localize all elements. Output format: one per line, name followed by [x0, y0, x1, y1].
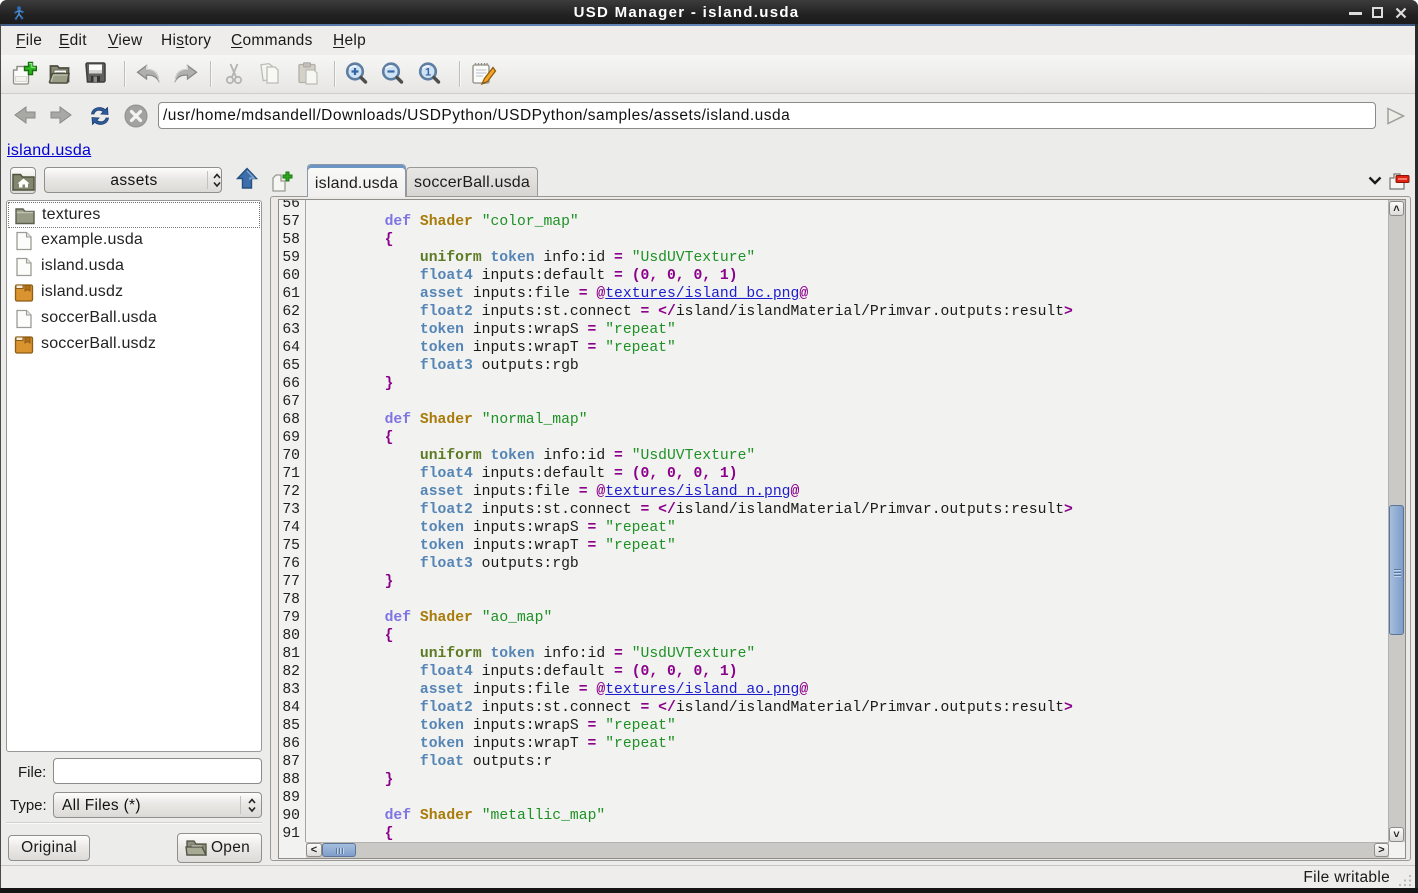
svg-text:1: 1: [425, 67, 431, 79]
